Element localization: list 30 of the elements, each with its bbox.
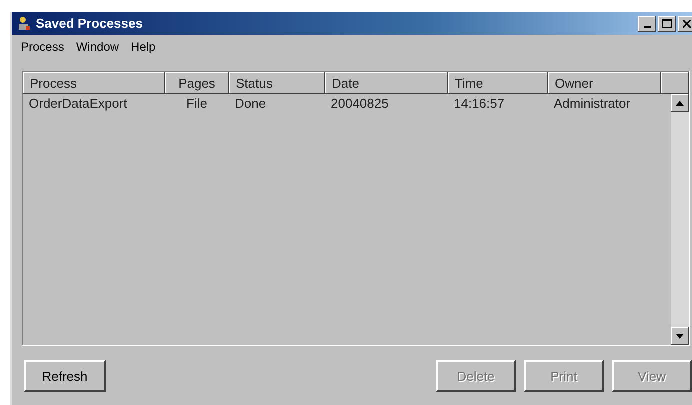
down-arrow-icon [676,334,684,338]
table-cell-text: 14:16:57 [453,96,506,111]
window-title: Saved Processes [36,16,144,31]
scrollbar[interactable] [671,94,689,345]
table-cell-text: 20040825 [330,96,390,111]
table-cell-text: File [186,96,208,111]
maximize-icon [662,19,672,28]
scroll-down-button[interactable] [671,327,689,345]
scroll-up-button[interactable] [671,94,689,112]
close-button[interactable] [678,16,692,32]
close-icon [683,20,691,28]
minimize-button[interactable] [638,16,656,32]
column-header[interactable]: Owner [548,72,661,94]
menu-item[interactable]: Process [16,40,70,54]
column-header[interactable]: Pages [165,72,229,94]
menu-item[interactable]: Help [126,40,161,54]
menu-item[interactable]: Window [71,40,124,54]
column-header[interactable]: Process [23,72,165,94]
action-button[interactable]: Refresh [24,360,106,392]
minimize-icon [644,26,650,28]
app-icon [16,16,32,32]
table-cell-text: Administrator [553,96,632,111]
column-header[interactable]: Time [448,72,548,94]
column-header[interactable]: Date [325,72,448,94]
column-header [661,72,689,94]
up-arrow-icon [676,100,684,106]
table-cell-text: OrderDataExport [28,96,128,111]
maximize-button[interactable] [658,16,676,32]
column-header[interactable]: Status [229,72,325,94]
table-cell-text: Done [234,96,268,111]
